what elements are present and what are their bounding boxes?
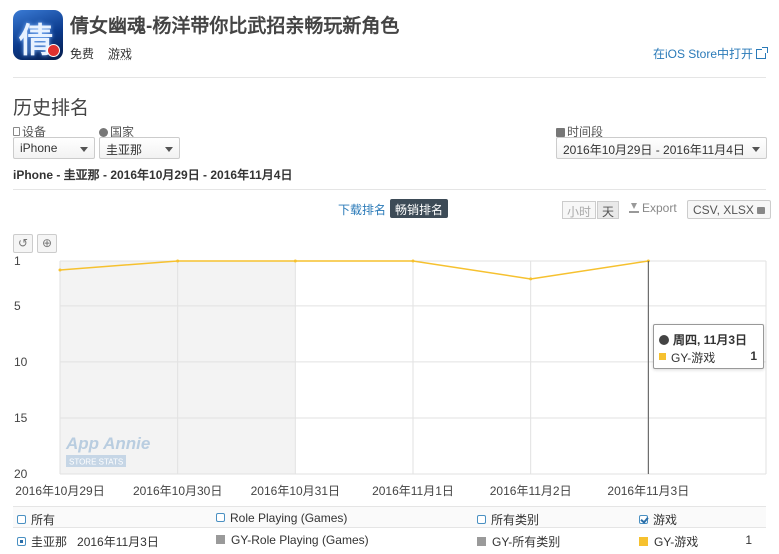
filter-role-playing[interactable]: Role Playing (Games): [216, 511, 347, 525]
series-swatch: [639, 537, 648, 546]
app-category-link[interactable]: 游戏: [108, 45, 132, 62]
app-icon-badge: [47, 44, 60, 57]
checkbox[interactable]: [17, 515, 26, 524]
legend-role-playing[interactable]: GY-Role Playing (Games): [216, 533, 369, 547]
calendar-icon: [556, 128, 565, 137]
y-tick-label: 20: [14, 467, 28, 481]
checkbox-partial[interactable]: [17, 537, 26, 546]
x-tick-label: 2016年10月31日: [251, 484, 340, 498]
app-title: 倩女幽魂-杨洋带你比武招亲畅玩新角色: [70, 16, 400, 37]
section-title: 历史排名: [13, 98, 90, 119]
y-tick-label: 10: [14, 355, 28, 369]
filter-games[interactable]: 游戏: [639, 511, 677, 528]
lock-icon: [756, 207, 765, 214]
x-tick-label: 2016年11月1日: [372, 484, 454, 498]
y-tick-label: 15: [14, 411, 28, 425]
series-point: [529, 277, 533, 281]
tab-downloads[interactable]: 下载排名: [338, 201, 386, 218]
checkbox-checked[interactable]: [639, 515, 648, 524]
series-point: [411, 259, 415, 263]
reset-icon: ↺: [17, 236, 29, 250]
globe-icon: [99, 128, 108, 137]
x-tick-label: 2016年11月3日: [607, 484, 689, 498]
watermark-line2: STORE STATS: [69, 458, 123, 467]
x-axis-labels: 2016年10月29日 2016年10月30日 2016年10月31日 2016年11…: [15, 484, 689, 498]
legend-all-categories[interactable]: GY-所有类别: [477, 533, 560, 550]
series-swatch: [477, 537, 486, 546]
chevron-down-icon: [165, 147, 173, 152]
legend-series-row: 圭亚那 2016年11月3日 GY-Role Playing (Games) GY…: [13, 529, 766, 551]
period-select-value: 2016年10月29日 - 2016年11月4日: [563, 143, 745, 157]
export-label: Export: [629, 201, 677, 215]
device-select-value: iPhone: [20, 141, 58, 155]
watermark-line1: App Annie: [65, 434, 150, 453]
y-tick-label: 1: [14, 254, 21, 268]
device-icon: [13, 127, 20, 136]
series-swatch: [216, 535, 225, 544]
daily-button[interactable]: 天: [597, 201, 620, 219]
country-row[interactable]: 圭亚那 2016年11月3日: [17, 533, 159, 550]
hourly-button[interactable]: 小时: [562, 201, 597, 219]
series-point: [176, 259, 180, 263]
country-select-value: 圭亚那: [106, 143, 143, 157]
rank-chart[interactable]: 15101520 2016年10月29日 2016年10月30日 2016年10月3…: [0, 250, 779, 502]
chevron-down-icon: [752, 147, 760, 152]
filter-all[interactable]: 所有: [17, 511, 55, 528]
checkbox[interactable]: [216, 513, 225, 522]
legend-games-value: 1: [745, 533, 752, 547]
download-icon: [629, 203, 639, 213]
period-select[interactable]: 2016年10月29日 - 2016年11月4日: [556, 137, 767, 159]
y-axis-labels: 15101520: [14, 254, 28, 481]
series-point: [58, 268, 62, 272]
x-tick-label: 2016年10月30日: [133, 484, 222, 498]
y-tick-label: 5: [14, 299, 21, 313]
app-icon: 倩: [13, 10, 63, 60]
filter-all-categories[interactable]: 所有类别: [477, 511, 539, 528]
open-in-store-label: 在iOS Store中打开: [652, 47, 753, 61]
x-tick-label: 2016年10月29日: [15, 484, 104, 498]
divider: [13, 189, 766, 190]
tooltip-series-swatch: [659, 353, 666, 360]
legend-games[interactable]: GY-游戏: [639, 533, 698, 550]
tooltip-series-name: GY-游戏: [671, 351, 716, 365]
tooltip-date: 周四, 11月3日: [659, 331, 747, 348]
country-select[interactable]: 圭亚那: [99, 137, 180, 159]
chevron-down-icon: [80, 147, 88, 152]
checkbox[interactable]: [477, 515, 486, 524]
series-point: [293, 259, 297, 263]
divider: [13, 77, 766, 78]
app-price: 免费: [70, 47, 95, 61]
zoom-icon: ⊕: [41, 236, 53, 250]
x-tick-label: 2016年11月2日: [490, 484, 572, 498]
chart-subtitle: iPhone - 圭亚那 - 2016年10月29日 - 2016年11月4日: [13, 168, 293, 182]
legend-filter-row: 所有 Role Playing (Games) 所有类别 游戏: [13, 506, 766, 528]
tooltip-series-value: 1: [750, 349, 757, 363]
export-csv-button[interactable]: CSV, XLSX: [687, 200, 771, 219]
device-select[interactable]: iPhone: [13, 137, 95, 159]
open-in-store-link[interactable]: 在iOS Store中打开: [652, 45, 768, 62]
chart-tooltip: 周四, 11月3日 GY-游戏 1: [653, 324, 764, 369]
external-link-icon: [756, 47, 768, 59]
tab-grossing[interactable]: 畅销排名: [390, 199, 449, 218]
globe-icon: [659, 335, 669, 345]
